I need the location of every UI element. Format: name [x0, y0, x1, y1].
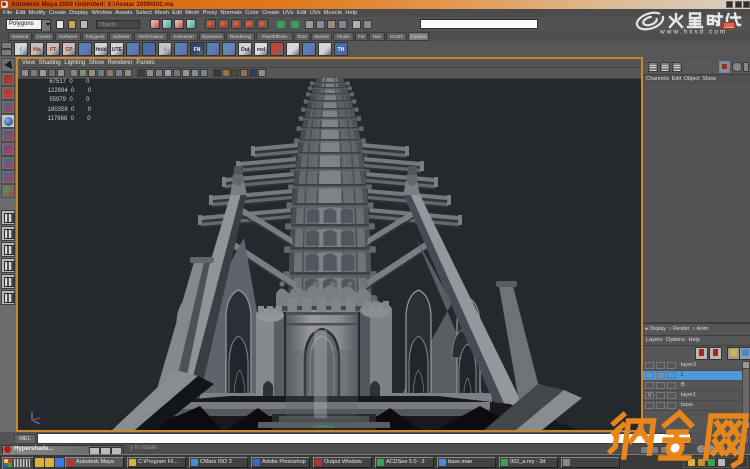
- svg-text:camera1: camera1: [313, 424, 334, 430]
- svg-text:www.hxsd.com: www.hxsd.com: [659, 29, 727, 36]
